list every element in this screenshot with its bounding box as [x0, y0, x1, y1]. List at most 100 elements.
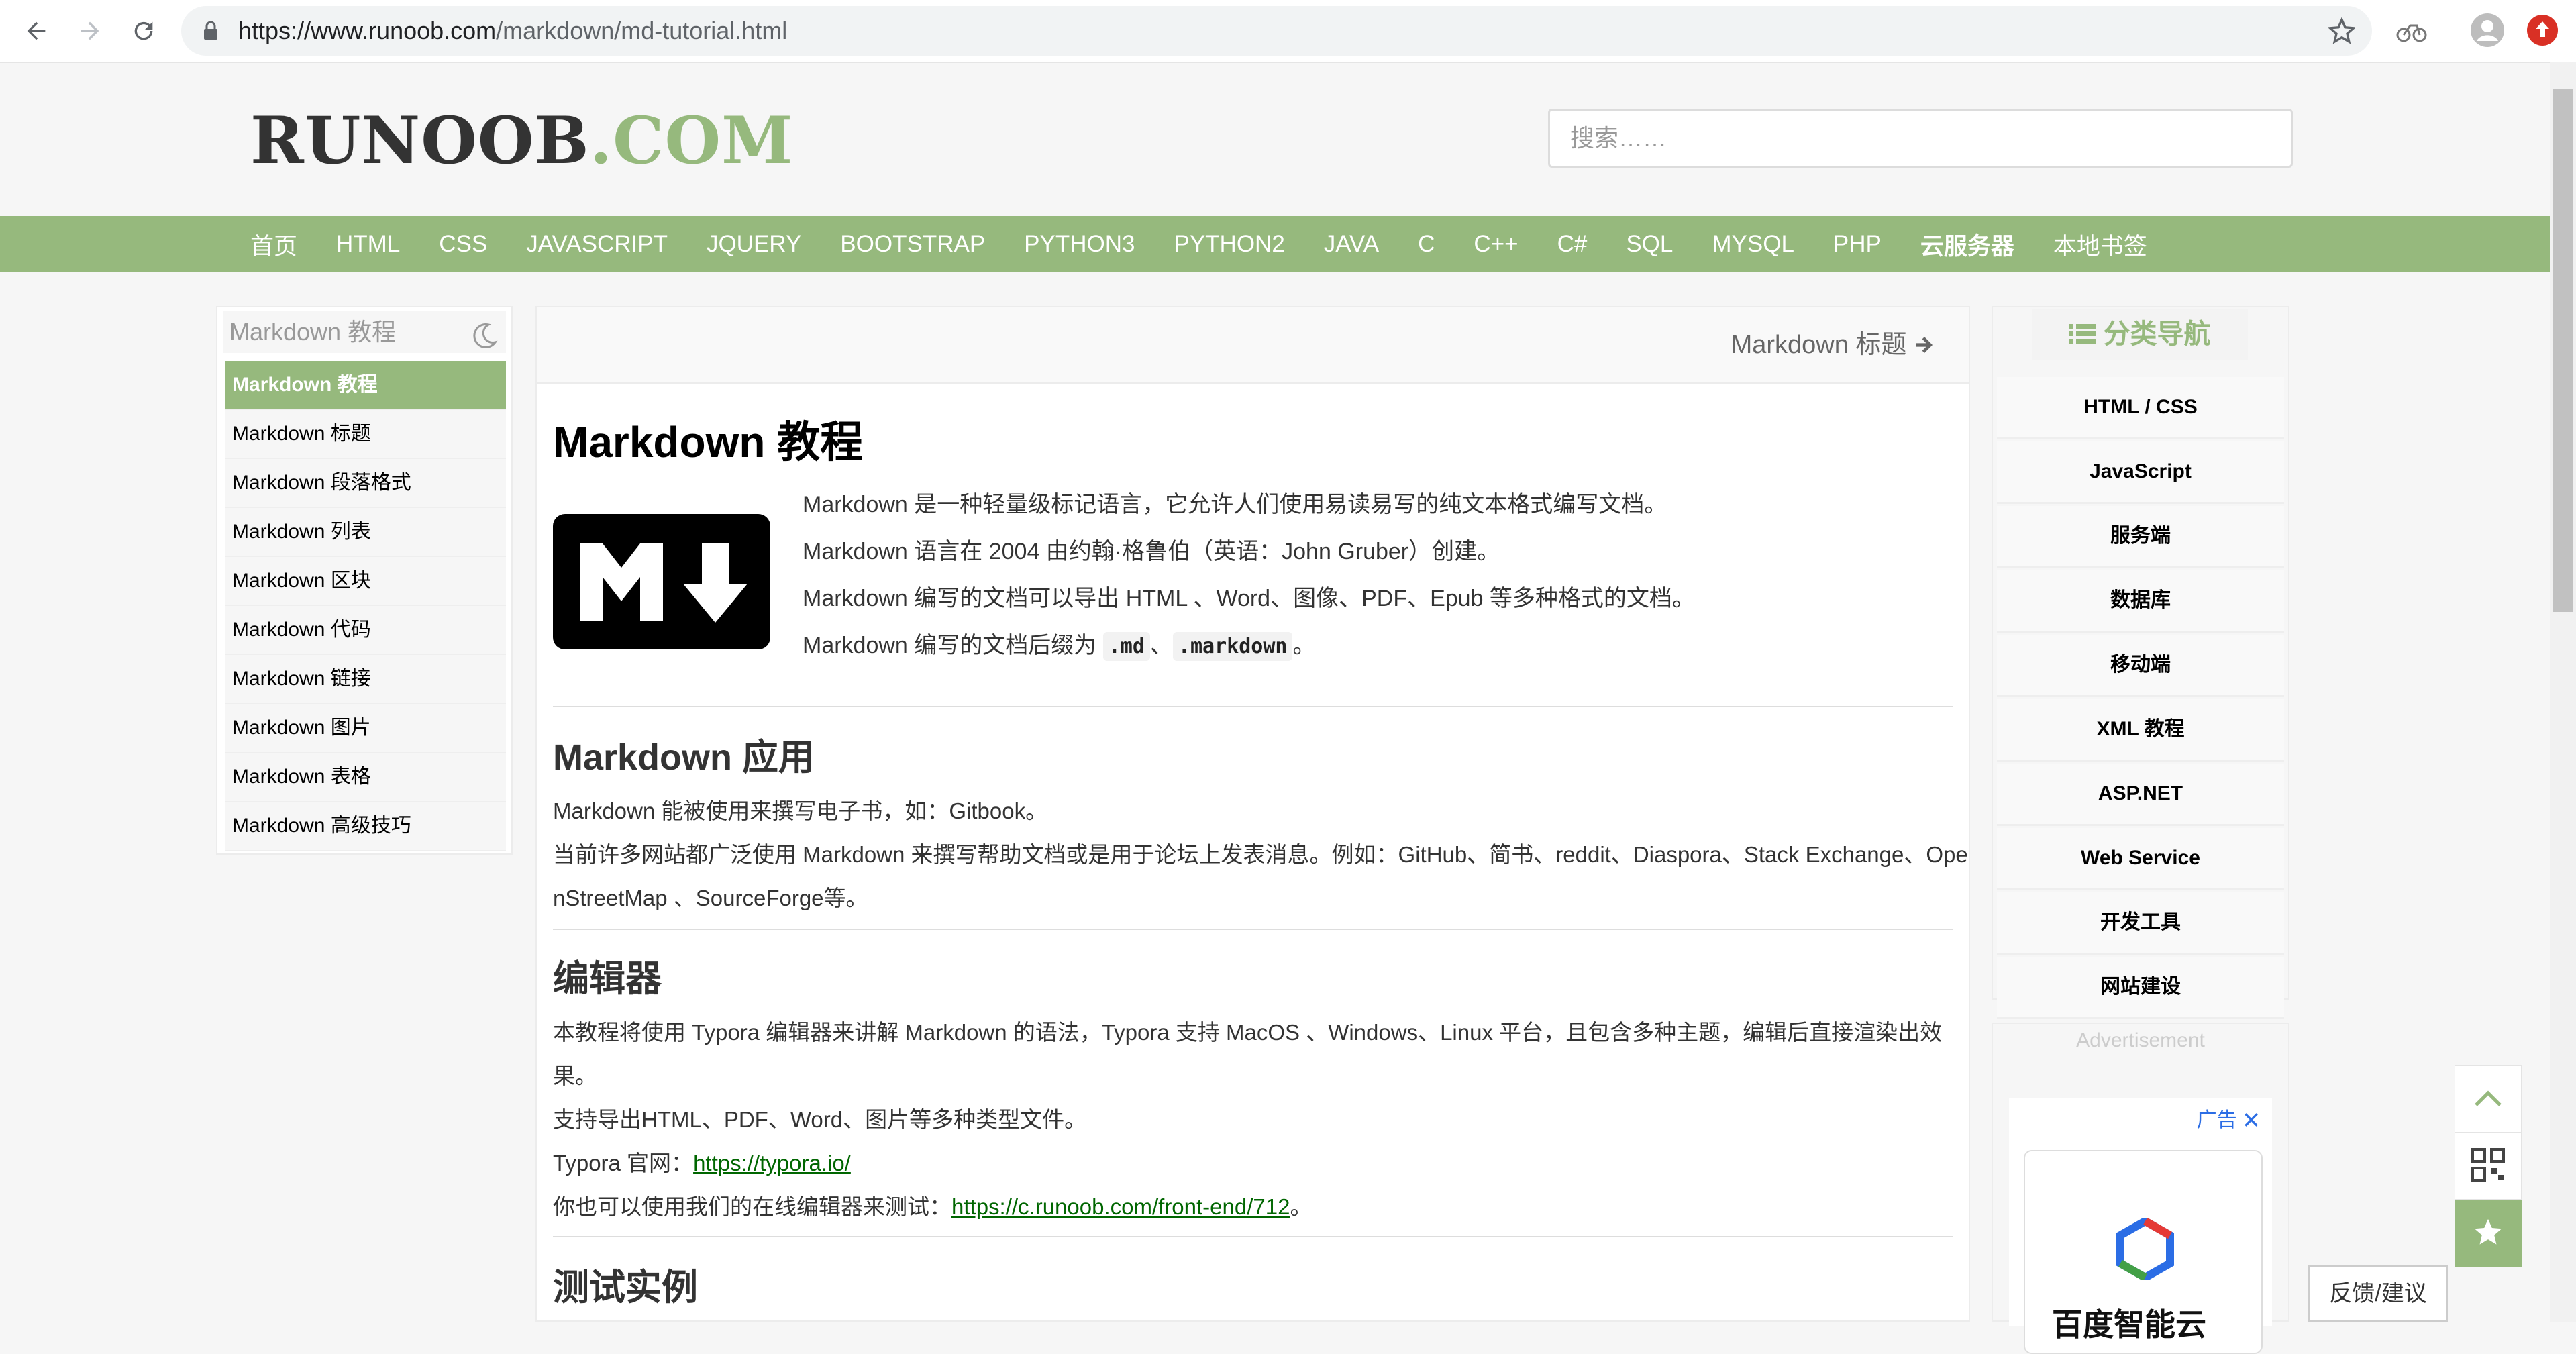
paragraph-line: 支持导出HTML、PDF、Word、图片等多种类型文件。: [553, 1107, 1087, 1132]
url-host: https://www.runoob.com: [238, 17, 497, 44]
sidebar-item-links[interactable]: Markdown 链接: [225, 655, 506, 704]
favorite-button[interactable]: [2455, 1200, 2522, 1267]
nav-item-jquery[interactable]: JQUERY: [707, 231, 801, 258]
next-page-link[interactable]: Markdown 标题: [1731, 307, 1935, 382]
category-item-xml[interactable]: XML 教程: [1997, 699, 2284, 762]
online-editor-label: 你也可以使用我们的在线编辑器来测试：: [553, 1194, 951, 1219]
nav-item-javascript[interactable]: JAVASCRIPT: [526, 231, 668, 258]
intro-line: Markdown 编写的文档可以导出 HTML 、Word、图像、PDF、Epu…: [803, 586, 1695, 611]
nav-item-css[interactable]: CSS: [439, 231, 487, 258]
logo-main: RUNOOB: [250, 103, 590, 178]
star-icon: [2473, 1216, 2504, 1251]
sidebar-item-advanced[interactable]: Markdown 高级技巧: [225, 802, 506, 851]
arrow-right-icon: [1914, 331, 1935, 359]
typora-site-link[interactable]: https://typora.io/: [693, 1151, 851, 1176]
sidebar-item-tables[interactable]: Markdown 表格: [225, 753, 506, 802]
section-heading: 测试实例: [553, 1267, 698, 1308]
site-logo[interactable]: RUNOOB.COM: [250, 107, 793, 174]
next-page-label: Markdown 标题: [1731, 331, 1907, 359]
page-scrollbar[interactable]: [2550, 62, 2576, 1322]
suffix-end: 。: [1292, 633, 1316, 658]
ad-banner[interactable]: 广告 百度智能云: [2009, 1098, 2272, 1354]
reload-icon[interactable]: [125, 12, 162, 50]
forward-icon[interactable]: [71, 12, 109, 50]
qr-code-button[interactable]: [2455, 1133, 2522, 1200]
ad-card[interactable]: 百度智能云: [2024, 1150, 2263, 1354]
divider: [553, 929, 1953, 930]
scroll-top-button[interactable]: [2455, 1065, 2522, 1133]
category-item-html-css[interactable]: HTML / CSS: [1997, 377, 2284, 439]
profile-avatar-icon[interactable]: [2471, 13, 2504, 50]
update-icon[interactable]: [2527, 15, 2558, 49]
nav-item-cloud-server[interactable]: 云服务器: [1920, 227, 2014, 262]
category-item-dev-tools[interactable]: 开发工具: [1997, 892, 2284, 955]
qr-code-icon: [2471, 1147, 2505, 1185]
nav-item-python3[interactable]: PYTHON3: [1024, 231, 1135, 258]
advertisement-label: Advertisement: [2076, 1029, 2205, 1051]
back-icon[interactable]: [17, 12, 55, 50]
sidebar-item-code[interactable]: Markdown 代码: [225, 606, 506, 655]
bookmark-star-icon[interactable]: [2327, 17, 2357, 48]
category-item-web-service[interactable]: Web Service: [1997, 828, 2284, 890]
ad-tag[interactable]: 广告: [2197, 1103, 2260, 1133]
category-item-aspnet[interactable]: ASP.NET: [1997, 764, 2284, 826]
category-item-database[interactable]: 数据库: [1997, 570, 2284, 633]
extension-icon[interactable]: [2395, 16, 2428, 49]
nav-item-c[interactable]: C: [1418, 231, 1435, 258]
search-input[interactable]: [1548, 109, 2293, 168]
sidebar-item-tutorial[interactable]: Markdown 教程: [225, 361, 506, 410]
moon-icon[interactable]: [471, 320, 498, 362]
inline-code: .markdown: [1172, 632, 1293, 661]
sidebar-item-blocks[interactable]: Markdown 区块: [225, 557, 506, 606]
intro-line: Markdown 语言在 2004 由约翰·格鲁伯（英语：John Gruber…: [803, 539, 1500, 564]
left-sidebar: Markdown 教程 Markdown 教程 Markdown 标题 Mark…: [216, 306, 513, 855]
scrollbar-thumb[interactable]: [2553, 89, 2573, 612]
markdown-logo-icon: [553, 514, 770, 653]
nav-item-cpp[interactable]: C++: [1474, 231, 1518, 258]
intro-line: Markdown 是一种轻量级标记语言，它允许人们使用易读易写的纯文本格式编写文…: [803, 492, 1667, 517]
nav-item-home[interactable]: 首页: [250, 227, 297, 262]
sidebar-item-headings[interactable]: Markdown 标题: [225, 410, 506, 459]
feedback-button[interactable]: 反馈/建议: [2308, 1265, 2448, 1322]
section-heading: Markdown 应用: [553, 737, 815, 778]
typora-site-label: Typora 官网：: [553, 1151, 694, 1176]
category-nav-label: 分类导航: [2103, 319, 2211, 349]
nav-item-bootstrap[interactable]: BOOTSTRAP: [840, 231, 985, 258]
url-text: https://www.runoob.com/markdown/md-tutor…: [238, 6, 787, 56]
address-bar[interactable]: https://www.runoob.com/markdown/md-tutor…: [181, 6, 2372, 56]
advertisement-box: Advertisement 广告 百度智能云: [1992, 1023, 2289, 1354]
nav-item-python2[interactable]: PYTHON2: [1174, 231, 1284, 258]
category-item-site-building[interactable]: 网站建设: [1997, 957, 2284, 1019]
sidebar-item-images[interactable]: Markdown 图片: [225, 704, 506, 753]
nav-item-mysql[interactable]: MYSQL: [1712, 231, 1794, 258]
nav-item-html[interactable]: HTML: [336, 231, 400, 258]
typora-site-line: Typora 官网：https://typora.io/: [553, 1145, 851, 1178]
sidebar-item-paragraph[interactable]: Markdown 段落格式: [225, 459, 506, 508]
paragraph-line: 当前许多网站都广泛使用 Markdown 来撰写帮助文档或是用于论坛上发表消息。…: [553, 842, 1968, 867]
nav-item-local-bookmarks[interactable]: 本地书签: [2053, 227, 2147, 262]
ad-tag-label: 广告: [2196, 1109, 2237, 1131]
nav-item-java[interactable]: JAVA: [1324, 231, 1379, 258]
paragraph-line: 果。: [553, 1063, 597, 1088]
section-heading: 编辑器: [553, 959, 662, 999]
sidebar-item-lists[interactable]: Markdown 列表: [225, 508, 506, 557]
paragraph-line: nStreetMap 、SourceForge等。: [553, 886, 868, 910]
category-item-server[interactable]: 服务端: [1997, 506, 2284, 568]
article: Markdown 标题 Markdown 教程 Markdown 是一种轻量级标…: [535, 306, 1970, 1322]
nav-item-php[interactable]: PHP: [1833, 231, 1882, 258]
category-item-javascript[interactable]: JavaScript: [1997, 441, 2284, 504]
list-icon: [2069, 319, 2096, 349]
divider: [553, 706, 1953, 707]
cloud-logo-icon: [2116, 1216, 2174, 1284]
online-editor-line: 你也可以使用我们的在线编辑器来测试：https://c.runoob.com/f…: [553, 1189, 1312, 1221]
close-icon[interactable]: [2243, 1109, 2260, 1131]
online-editor-link[interactable]: https://c.runoob.com/front-end/712: [951, 1194, 1290, 1219]
online-editor-end: 。: [1290, 1194, 1312, 1219]
nav-item-csharp[interactable]: C#: [1557, 231, 1588, 258]
paragraph-line: 本教程将使用 Typora 编辑器来讲解 Markdown 的语法，Typora…: [553, 1020, 1943, 1045]
category-item-mobile[interactable]: 移动端: [1997, 635, 2284, 697]
nav-item-sql[interactable]: SQL: [1626, 231, 1673, 258]
sidebar-title: Markdown 教程: [229, 318, 397, 346]
page-title: Markdown 教程: [553, 418, 864, 466]
suffix-text: Markdown 编写的文档后缀为: [803, 633, 1103, 658]
